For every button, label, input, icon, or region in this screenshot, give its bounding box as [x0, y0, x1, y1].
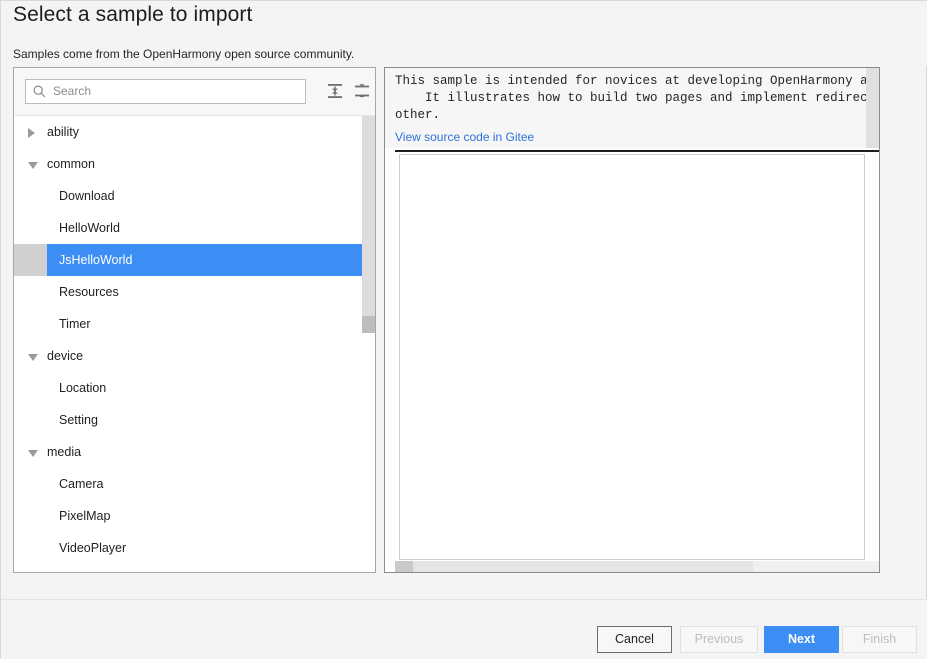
tree-item-label: HelloWorld: [59, 221, 120, 235]
chevron-down-icon[interactable]: [28, 450, 38, 457]
tree-item-label: VideoPlayer: [59, 541, 127, 555]
description-vertical-scrollbar[interactable]: [866, 68, 879, 148]
search-box[interactable]: [25, 79, 306, 104]
preview-canvas: Hello World: [399, 154, 865, 560]
next-button[interactable]: Next: [764, 626, 839, 653]
sample-details-panel: This sample is intended for novices at d…: [384, 67, 880, 573]
preview-horizontal-scrollbar[interactable]: [395, 561, 879, 572]
tree-item-label: Timer: [59, 317, 91, 331]
description-scrollbar-thumb[interactable]: [866, 68, 879, 148]
tree-item-setting[interactable]: Setting: [14, 404, 375, 436]
tree-item-label: common: [47, 157, 95, 171]
tree-item-resources[interactable]: Resources: [14, 276, 375, 308]
dialog-header: Select a sample to import Samples come f…: [1, 1, 927, 66]
import-sample-dialog: Select a sample to import Samples come f…: [0, 0, 927, 659]
previous-button: Previous: [680, 626, 758, 653]
chevron-down-icon[interactable]: [28, 354, 38, 361]
tree-item-videoplayer[interactable]: VideoPlayer: [14, 532, 375, 564]
tree-item-label: Download: [59, 189, 115, 203]
cancel-button[interactable]: Cancel: [597, 626, 672, 653]
search-toolbar: [14, 68, 375, 116]
expand-all-icon[interactable]: [325, 81, 345, 101]
tree-item-device[interactable]: device: [14, 340, 375, 372]
tree-scrollbar-thumb[interactable]: [362, 116, 375, 333]
tree-item-label: Camera: [59, 477, 104, 491]
tree-item-label: ability: [47, 125, 79, 139]
dialog-footer: Cancel Previous Next Finish: [1, 599, 927, 659]
tree-scrollbar-thumb-active[interactable]: [362, 316, 375, 333]
view-source-code-link[interactable]: View source code in Gitee: [395, 130, 534, 144]
tree-item-helloworld[interactable]: HelloWorld: [14, 212, 375, 244]
tree-item-media[interactable]: media: [14, 436, 375, 468]
tree-item-label: media: [47, 445, 82, 459]
sample-preview-area: Hello World: [395, 150, 879, 572]
search-icon: [33, 85, 46, 98]
tree-item-label: JsHelloWorld: [59, 253, 133, 267]
tree-item-ability[interactable]: ability: [14, 116, 375, 148]
sample-description-text: This sample is intended for novices at d…: [395, 74, 879, 122]
tree-item-pixelmap[interactable]: PixelMap: [14, 500, 375, 532]
preview-scrollbar-thumb[interactable]: [395, 561, 413, 572]
tree-item-label: device: [47, 349, 84, 363]
tree-item-label: Resources: [59, 285, 119, 299]
tree-item-download[interactable]: Download: [14, 180, 375, 212]
sample-browser-panel: ability common Download HelloWorld JsHelloWo…: [13, 67, 376, 573]
search-input[interactable]: [53, 80, 298, 103]
finish-button: Finish: [842, 626, 917, 653]
collapse-all-icon[interactable]: [352, 81, 372, 101]
chevron-down-icon[interactable]: [28, 162, 38, 169]
tree-item-label: PixelMap: [59, 509, 111, 523]
tree-item-location[interactable]: Location: [14, 372, 375, 404]
tree-item-timer[interactable]: Timer: [14, 308, 375, 340]
dialog-subtitle: Samples come from the OpenHarmony open s…: [13, 47, 355, 61]
preview-scrollbar-track-fill[interactable]: [413, 561, 753, 572]
tree-vertical-scrollbar[interactable]: [362, 116, 375, 572]
page-title: Select a sample to import: [13, 3, 253, 26]
tree-item-camera[interactable]: Camera: [14, 468, 375, 500]
tree-item-label: Setting: [59, 413, 98, 427]
tree-selection-gutter: [14, 244, 47, 276]
sample-tree[interactable]: ability common Download HelloWorld JsHelloWo…: [14, 116, 375, 572]
chevron-right-icon[interactable]: [28, 128, 35, 138]
sample-description-area: This sample is intended for novices at d…: [385, 68, 879, 148]
tree-item-jshelloworld[interactable]: JsHelloWorld: [14, 244, 375, 276]
tree-item-label: Location: [59, 381, 107, 395]
tree-item-common[interactable]: common: [14, 148, 375, 180]
